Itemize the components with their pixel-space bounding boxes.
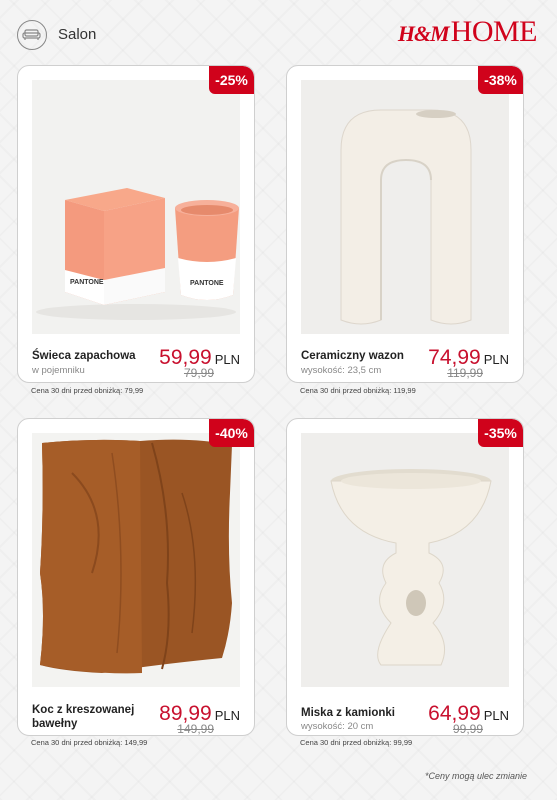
brand-home: HOME (450, 15, 538, 48)
footnote: *Ceny mogą ulec zmianie (424, 771, 527, 781)
price-note: Cena 30 dni przed obniżką: 119,99 (300, 386, 416, 395)
page-header: Salon H&M HOME (0, 0, 557, 60)
blanket-illustration (40, 439, 232, 674)
product-card-bowl[interactable]: -35% Miska z kamionki wysokość: 20 cm 64… (286, 418, 524, 736)
price-note: Cena 30 dni przed obniżką: 149,99 (31, 738, 148, 747)
product-image-blanket[interactable] (32, 433, 240, 687)
product-image-vase[interactable] (301, 80, 509, 334)
old-price: 99,99 (452, 722, 483, 736)
price-note: Cena 30 dni przed obniżką: 79,99 (31, 386, 144, 395)
product-image-bowl[interactable] (301, 433, 509, 687)
old-price: 149,99 (177, 722, 214, 736)
product-card-candle[interactable]: PANTONE PANTONE -25% Świeca zapachowa w … (17, 65, 255, 383)
product-card-vase[interactable]: -38% Ceramiczny wazon wysokość: 23,5 cm … (286, 65, 524, 383)
sofa-icon (17, 20, 47, 50)
price-currency: PLN (214, 352, 240, 367)
product-card-blanket[interactable]: -40% Koc z kreszowanej bawełny 89,99 PLN … (17, 418, 255, 736)
product-image-candle[interactable]: PANTONE PANTONE (32, 80, 240, 334)
bowl-illustration (330, 469, 492, 666)
price-note: Cena 30 dni przed obniżką: 99,99 (300, 738, 413, 747)
old-price: 119,99 (447, 366, 483, 380)
product-name: Koc z kreszowanej bawełny (32, 704, 135, 730)
product-name: Świeca zapachowa (32, 350, 136, 362)
discount-badge: -25% (209, 66, 254, 94)
product-subtitle: wysokość: 20 cm (301, 721, 374, 732)
product-subtitle: w pojemniku (32, 365, 85, 376)
discount-badge: -35% (478, 419, 523, 447)
product-name: Miska z kamionki (301, 707, 395, 719)
vase-illustration (340, 109, 472, 325)
discount-badge: -40% (209, 419, 254, 447)
price-currency: PLN (483, 352, 509, 367)
section-title: Salon (58, 26, 97, 43)
box-label: PANTONE (70, 279, 104, 286)
cup-label: PANTONE (190, 280, 224, 287)
product-subtitle: wysokość: 23,5 cm (301, 365, 382, 376)
brand-logo[interactable]: H&M HOME (397, 15, 538, 49)
old-price: 79,99 (183, 366, 214, 380)
product-name: Ceramiczny wazon (301, 350, 404, 362)
price-currency: PLN (214, 708, 240, 723)
brand-hm: H&M (397, 21, 450, 46)
discount-badge: -38% (478, 66, 523, 94)
candle-illustration (36, 188, 239, 320)
price-currency: PLN (483, 708, 509, 723)
